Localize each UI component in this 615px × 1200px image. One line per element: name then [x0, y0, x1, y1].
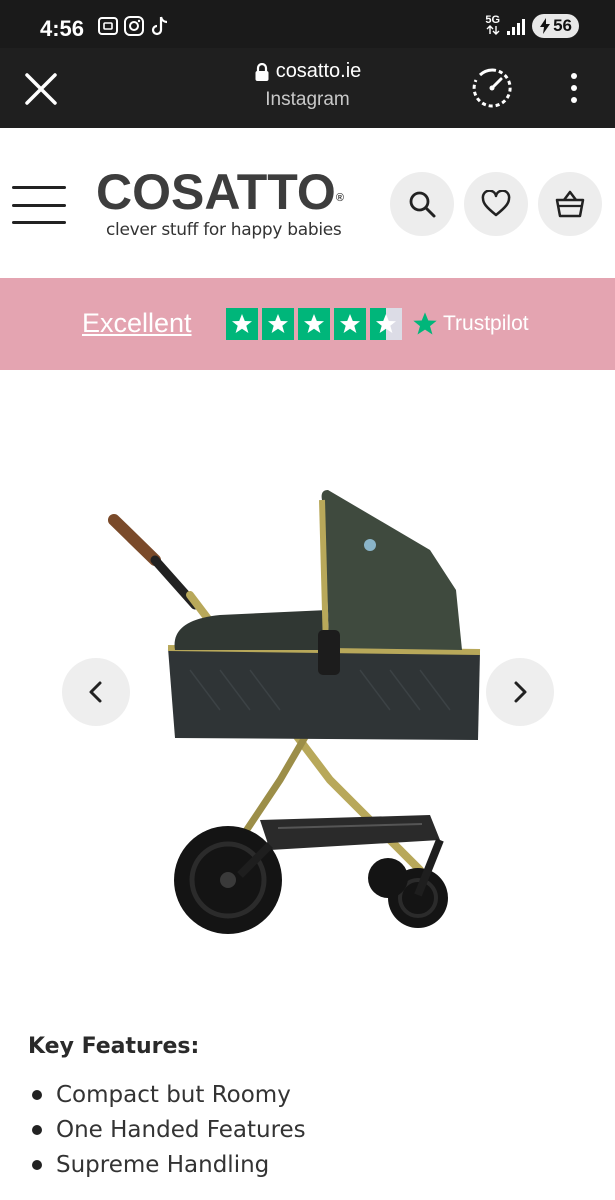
search-icon [409, 191, 436, 218]
search-button[interactable] [390, 172, 454, 236]
page-speed-button[interactable] [470, 66, 514, 110]
features-title: Key Features: [28, 1034, 200, 1059]
network-type: 5G [485, 14, 501, 26]
wishlist-button[interactable] [464, 172, 528, 236]
url-source: Instagram [265, 89, 350, 110]
cosatto-logo[interactable]: COSATTO® clever stuff for happy babies [96, 166, 346, 240]
feature-text: One Handed Features [56, 1116, 306, 1143]
signal-icon [507, 19, 526, 35]
key-features-section: Key Features: Compact but Roomy One Hand… [28, 1034, 588, 1182]
status-system-icons: 5G 56 [485, 14, 579, 38]
lock-icon [255, 62, 269, 81]
trust-rating-label[interactable]: Excellent [82, 308, 192, 339]
logo-wordmark: COSATTO® [96, 166, 346, 218]
features-list: Compact but Roomy One Handed Features Su… [28, 1077, 588, 1182]
tiktok-icon [151, 16, 168, 36]
stroller-product-image [108, 490, 481, 934]
url-display[interactable]: cosatto.ie Instagram [180, 60, 435, 111]
heart-icon [481, 190, 511, 217]
screenshot-icon [98, 17, 118, 35]
data-arrows-icon [486, 25, 500, 35]
status-bar: 4:56 5G 56 [0, 0, 615, 48]
bullet-icon [32, 1124, 42, 1135]
bullet-icon [32, 1159, 42, 1170]
trustpilot-star-icon [413, 312, 437, 335]
more-vertical-icon [571, 73, 577, 103]
site-header: COSATTO® clever stuff for happy babies [0, 128, 615, 278]
list-item: Compact but Roomy [28, 1077, 588, 1112]
battery-level: 56 [553, 16, 572, 35]
status-time: 4:56 [40, 16, 85, 41]
feature-text: Supreme Handling [56, 1151, 270, 1178]
basket-button[interactable] [538, 172, 602, 236]
trustpilot-logo: Trustpilot [411, 310, 529, 338]
trustpilot-banner[interactable]: Excellent Trustpilot [0, 278, 615, 370]
star-icon [226, 308, 258, 340]
menu-line [12, 221, 66, 224]
close-button[interactable] [20, 68, 62, 110]
battery-indicator: 56 [532, 14, 579, 38]
logo-registered-mark: ® [335, 192, 344, 204]
close-icon [25, 73, 57, 105]
menu-line [12, 203, 66, 207]
list-item: Supreme Handling [28, 1147, 588, 1182]
in-app-browser-bar: cosatto.ie Instagram [0, 48, 615, 128]
logo-tagline: clever stuff for happy babies [106, 220, 342, 240]
charging-bolt-icon [540, 18, 551, 34]
product-carousel [0, 370, 615, 1010]
star-icon [262, 308, 294, 340]
trust-stars [226, 308, 402, 340]
bullet-icon [32, 1089, 42, 1100]
more-options-button[interactable] [560, 68, 588, 108]
status-notification-icons [97, 14, 171, 38]
half-star-icon [370, 308, 402, 340]
speedometer-icon [472, 68, 512, 108]
chevron-right-icon [514, 681, 527, 703]
basket-icon [555, 190, 585, 218]
network-indicator: 5G [485, 15, 500, 37]
menu-button[interactable] [12, 186, 66, 224]
star-icon [298, 308, 330, 340]
feature-text: Compact but Roomy [56, 1081, 291, 1108]
trustpilot-brand: Trustpilot [443, 312, 529, 335]
list-item: One Handed Features [28, 1112, 588, 1147]
url-text: cosatto.ie [275, 60, 362, 82]
star-icon [334, 308, 366, 340]
logo-text: COSATTO [96, 164, 336, 220]
instagram-icon [124, 16, 144, 36]
menu-line [12, 186, 66, 189]
